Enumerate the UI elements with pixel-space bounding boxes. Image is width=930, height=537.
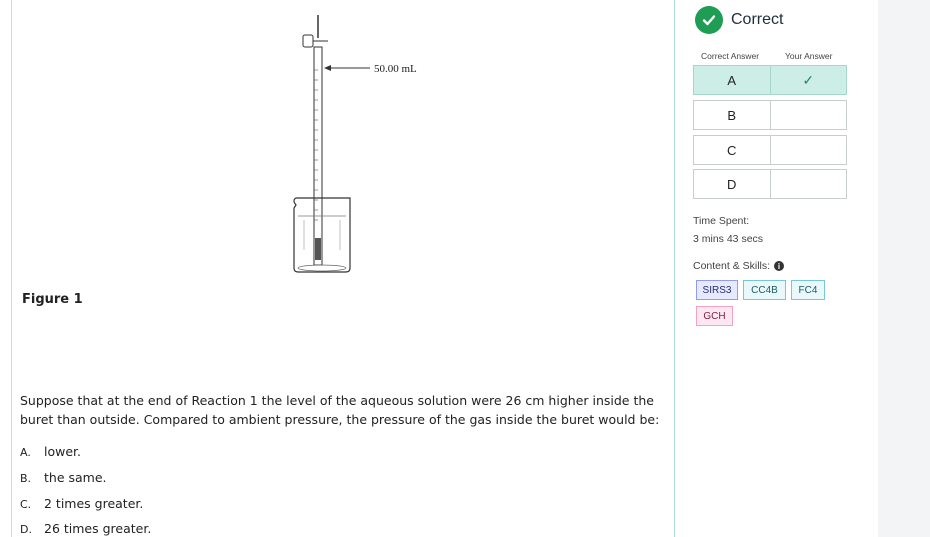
- answer-panel: Correct Correct Answer Your Answer A ✓ B…: [675, 0, 878, 537]
- answer-row-c: C: [693, 135, 847, 165]
- answer-option: A: [693, 65, 771, 95]
- skills-label: Content & Skills:: [693, 260, 771, 272]
- answer-row-a: A ✓: [693, 65, 847, 95]
- choice-letter: C.: [20, 498, 32, 511]
- question-pane: 50.00 mL Figure 1 Suppose that at the en…: [12, 0, 674, 537]
- skill-tag-cc4b[interactable]: CC4B: [743, 280, 786, 300]
- choice-text: 2 times greater.: [44, 496, 144, 511]
- buret-volume-label: 50.00 mL: [374, 63, 417, 75]
- question-text: Suppose that at the end of Reaction 1 th…: [20, 393, 660, 427]
- answer-option: B: [693, 100, 771, 130]
- choice-a[interactable]: A. lower.: [20, 444, 81, 459]
- your-answer-check-icon: ✓: [770, 65, 847, 95]
- skill-tag-sirs3[interactable]: SIRS3: [696, 280, 738, 300]
- figure-caption: Figure 1: [22, 292, 83, 307]
- answer-option: D: [693, 169, 771, 199]
- choice-text: 26 times greater.: [44, 521, 152, 536]
- result-status: Correct: [695, 6, 783, 34]
- time-spent-label: Time Spent:: [693, 215, 750, 227]
- choice-letter: B.: [20, 472, 32, 485]
- choice-c[interactable]: C. 2 times greater.: [20, 496, 143, 511]
- answer-option: C: [693, 135, 771, 165]
- answer-row-b: B: [693, 100, 847, 130]
- choice-text: lower.: [44, 444, 81, 459]
- check-circle-icon: [695, 6, 723, 34]
- answer-row-d: D: [693, 169, 847, 199]
- your-answer-header: Your Answer: [785, 51, 833, 61]
- skills-header: Content & Skills: i: [693, 260, 785, 272]
- skill-tag-fc4[interactable]: FC4: [791, 280, 825, 300]
- choice-letter: A.: [20, 446, 31, 459]
- choice-letter: D.: [20, 523, 32, 536]
- choice-text: the same.: [44, 470, 107, 485]
- time-spent-value: 3 mins 43 secs: [693, 233, 764, 245]
- your-answer-cell: [770, 169, 847, 199]
- side-gutter: [878, 0, 930, 537]
- choice-b[interactable]: B. the same.: [20, 470, 107, 485]
- your-answer-cell: [770, 100, 847, 130]
- info-icon[interactable]: i: [774, 261, 785, 271]
- choice-d[interactable]: D. 26 times greater.: [20, 521, 151, 536]
- buret-figure: 50.00 mL: [293, 15, 417, 273]
- skill-tag-gch[interactable]: GCH: [696, 306, 733, 326]
- result-label: Correct: [731, 11, 784, 28]
- your-answer-cell: [770, 135, 847, 165]
- correct-answer-header: Correct Answer: [701, 51, 760, 61]
